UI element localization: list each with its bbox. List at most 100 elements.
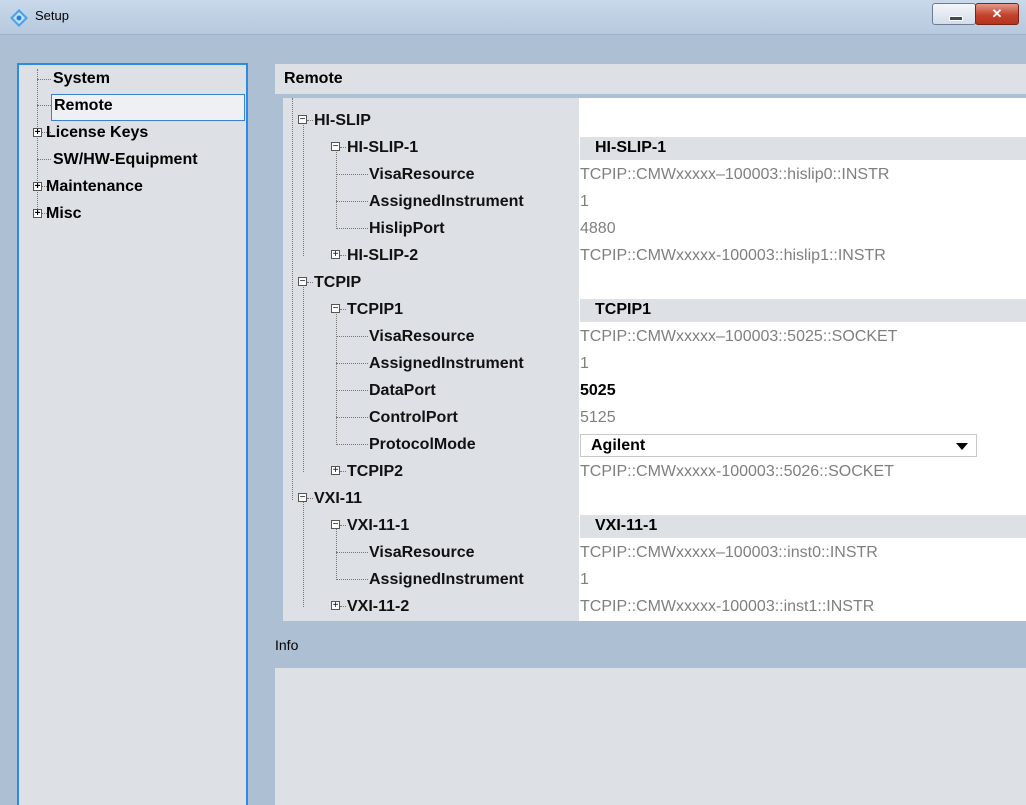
expand-plus-icon[interactable]: + [331,601,340,611]
tree-node-label: VXI-11 [314,490,363,507]
tree-row-hi-slip-1[interactable]: − HI-SLIP-1 HI-SLIP-1 [283,135,1026,162]
collapse-minus-icon[interactable]: − [331,142,340,152]
collapse-minus-icon[interactable]: − [298,493,307,503]
sidebar-tree: System Remote + License Keys SW/HW-Equip… [17,63,248,805]
tree-node-label: HislipPort [369,220,445,237]
tree-connector-line [340,606,346,607]
page-title: Remote [284,70,343,87]
window-title: Setup [35,8,69,23]
tree-connector-line [336,579,368,580]
tree-node-label: TCPIP2 [347,463,404,480]
sidebar-item-misc[interactable]: + Misc [19,202,219,228]
group-header-band: VXI-11-1 [580,515,1026,538]
expand-plus-icon[interactable]: + [331,250,340,260]
tree-node-label: TCPIP [314,274,362,291]
remote-panel-header: Remote [275,64,1026,94]
sidebar-item-sw-hw-equipment[interactable]: SW/HW-Equipment [19,148,239,174]
setup-window: Setup ✕ System Remote + License Keys SW/… [0,0,1026,805]
group-header-band: TCPIP1 [580,299,1026,322]
tree-row-hi-slip[interactable]: − HI-SLIP [283,108,1026,135]
group-header-label: HI-SLIP-1 [595,139,667,156]
tree-node-label: AssignedInstrument [369,355,524,372]
visa-resource-value: TCPIP::CMWxxxxx–100003::5025::SOCKET [580,328,898,345]
tree-connector-line [340,525,346,526]
tree-connector-line [336,552,368,553]
minimize-icon [949,16,963,21]
tree-row-vxi-11[interactable]: − VXI-11 [283,486,1026,513]
tree-node-label: AssignedInstrument [369,571,524,588]
collapse-minus-icon[interactable]: − [331,520,340,530]
tree-node-label: VXI-11-1 [347,517,410,534]
expand-plus-icon[interactable]: + [33,128,42,138]
tree-connector-line [340,309,346,310]
data-port-value[interactable]: 5025 [580,382,616,400]
visa-resource-value: TCPIP::CMWxxxxx-100003::inst1::INSTR [580,598,875,615]
tree-row-visaresource[interactable]: VisaResource TCPIP::CMWxxxxx–100003::his… [283,162,1026,189]
tree-row-controlport[interactable]: ControlPort 5125 [283,405,1026,432]
protocol-mode-dropdown[interactable]: Agilent [580,434,977,457]
tree-node-label: TCPIP1 [347,301,404,318]
close-icon: ✕ [991,6,1003,21]
expand-plus-icon[interactable]: + [33,209,42,219]
collapse-minus-icon[interactable]: − [298,115,307,125]
tree-node-label: DataPort [369,382,436,399]
tree-row-tcpip1[interactable]: − TCPIP1 TCPIP1 [283,297,1026,324]
assigned-instrument-value: 1 [580,193,589,210]
tree-connector-line [37,105,51,106]
tree-row-visaresource[interactable]: VisaResource TCPIP::CMWxxxxx–100003::ins… [283,540,1026,567]
tree-row-assignedinstrument[interactable]: AssignedInstrument 1 [283,189,1026,216]
tree-connector-line [340,147,346,148]
hislip-port-value: 4880 [580,220,616,237]
tree-connector-line [336,417,368,418]
tree-connector-line [336,336,368,337]
tree-row-protocolmode[interactable]: ProtocolMode Agilent [283,432,1026,459]
tree-row-tcpip2[interactable]: + TCPIP2 TCPIP::CMWxxxxx-100003::5026::S… [283,459,1026,486]
sidebar-item-label: Misc [46,205,82,222]
tree-connector-line [336,363,368,364]
minimize-button[interactable] [932,3,976,25]
dropdown-arrow-icon[interactable] [956,443,968,450]
sidebar-item-license-keys[interactable]: + License Keys [19,121,219,147]
expand-plus-icon[interactable]: + [33,182,42,192]
sidebar-item-label: Remote [54,97,113,114]
tree-connector-line [336,444,368,445]
collapse-minus-icon[interactable]: − [298,277,307,287]
tree-connector-line [340,471,346,472]
tree-row-dataport[interactable]: DataPort 5025 [283,378,1026,405]
sidebar-item-label: SW/HW-Equipment [53,151,198,168]
tree-connector-line [340,255,346,256]
tree-row-vxi-11-2[interactable]: + VXI-11-2 TCPIP::CMWxxxxx-100003::inst1… [283,594,1026,621]
info-panel-header: Info [275,630,1026,660]
tree-node-label: AssignedInstrument [369,193,524,210]
sidebar-item-maintenance[interactable]: + Maintenance [19,175,219,201]
tree-node-label: HI-SLIP-1 [347,139,419,156]
assigned-instrument-value: 1 [580,571,589,588]
group-header-label: VXI-11-1 [595,517,658,534]
tree-node-label: HI-SLIP-2 [347,247,419,264]
sidebar-item-system[interactable]: System [19,67,219,93]
close-button[interactable]: ✕ [975,3,1019,25]
expand-plus-icon[interactable]: + [331,466,340,476]
tree-connector-line [336,201,368,202]
remote-settings-tree: − HI-SLIP − HI-SLIP-1 HI-SLIP-1 VisaReso… [283,98,1026,621]
info-title: Info [275,637,299,653]
sidebar-item-label: System [53,70,110,87]
tree-node-label: VisaResource [369,328,475,345]
tree-row-tcpip[interactable]: − TCPIP [283,270,1026,297]
tree-row-visaresource[interactable]: VisaResource TCPIP::CMWxxxxx–100003::502… [283,324,1026,351]
tree-row-assignedinstrument[interactable]: AssignedInstrument 1 [283,567,1026,594]
tree-row-hislipport[interactable]: HislipPort 4880 [283,216,1026,243]
tree-node-label: HI-SLIP [314,112,371,129]
tree-row-vxi-11-1[interactable]: − VXI-11-1 VXI-11-1 [283,513,1026,540]
assigned-instrument-value: 1 [580,355,589,372]
control-port-value: 5125 [580,409,616,426]
title-bar[interactable]: Setup ✕ [0,0,1026,35]
tree-row-assignedinstrument[interactable]: AssignedInstrument 1 [283,351,1026,378]
tree-node-label: VisaResource [369,166,475,183]
group-header-label: TCPIP1 [595,301,652,318]
info-panel-body [275,668,1026,805]
collapse-minus-icon[interactable]: − [331,304,340,314]
sidebar-item-label: License Keys [46,124,149,141]
tree-row-hi-slip-2[interactable]: + HI-SLIP-2 TCPIP::CMWxxxxx-100003::hisl… [283,243,1026,270]
sidebar-item-remote[interactable]: Remote [51,94,245,121]
